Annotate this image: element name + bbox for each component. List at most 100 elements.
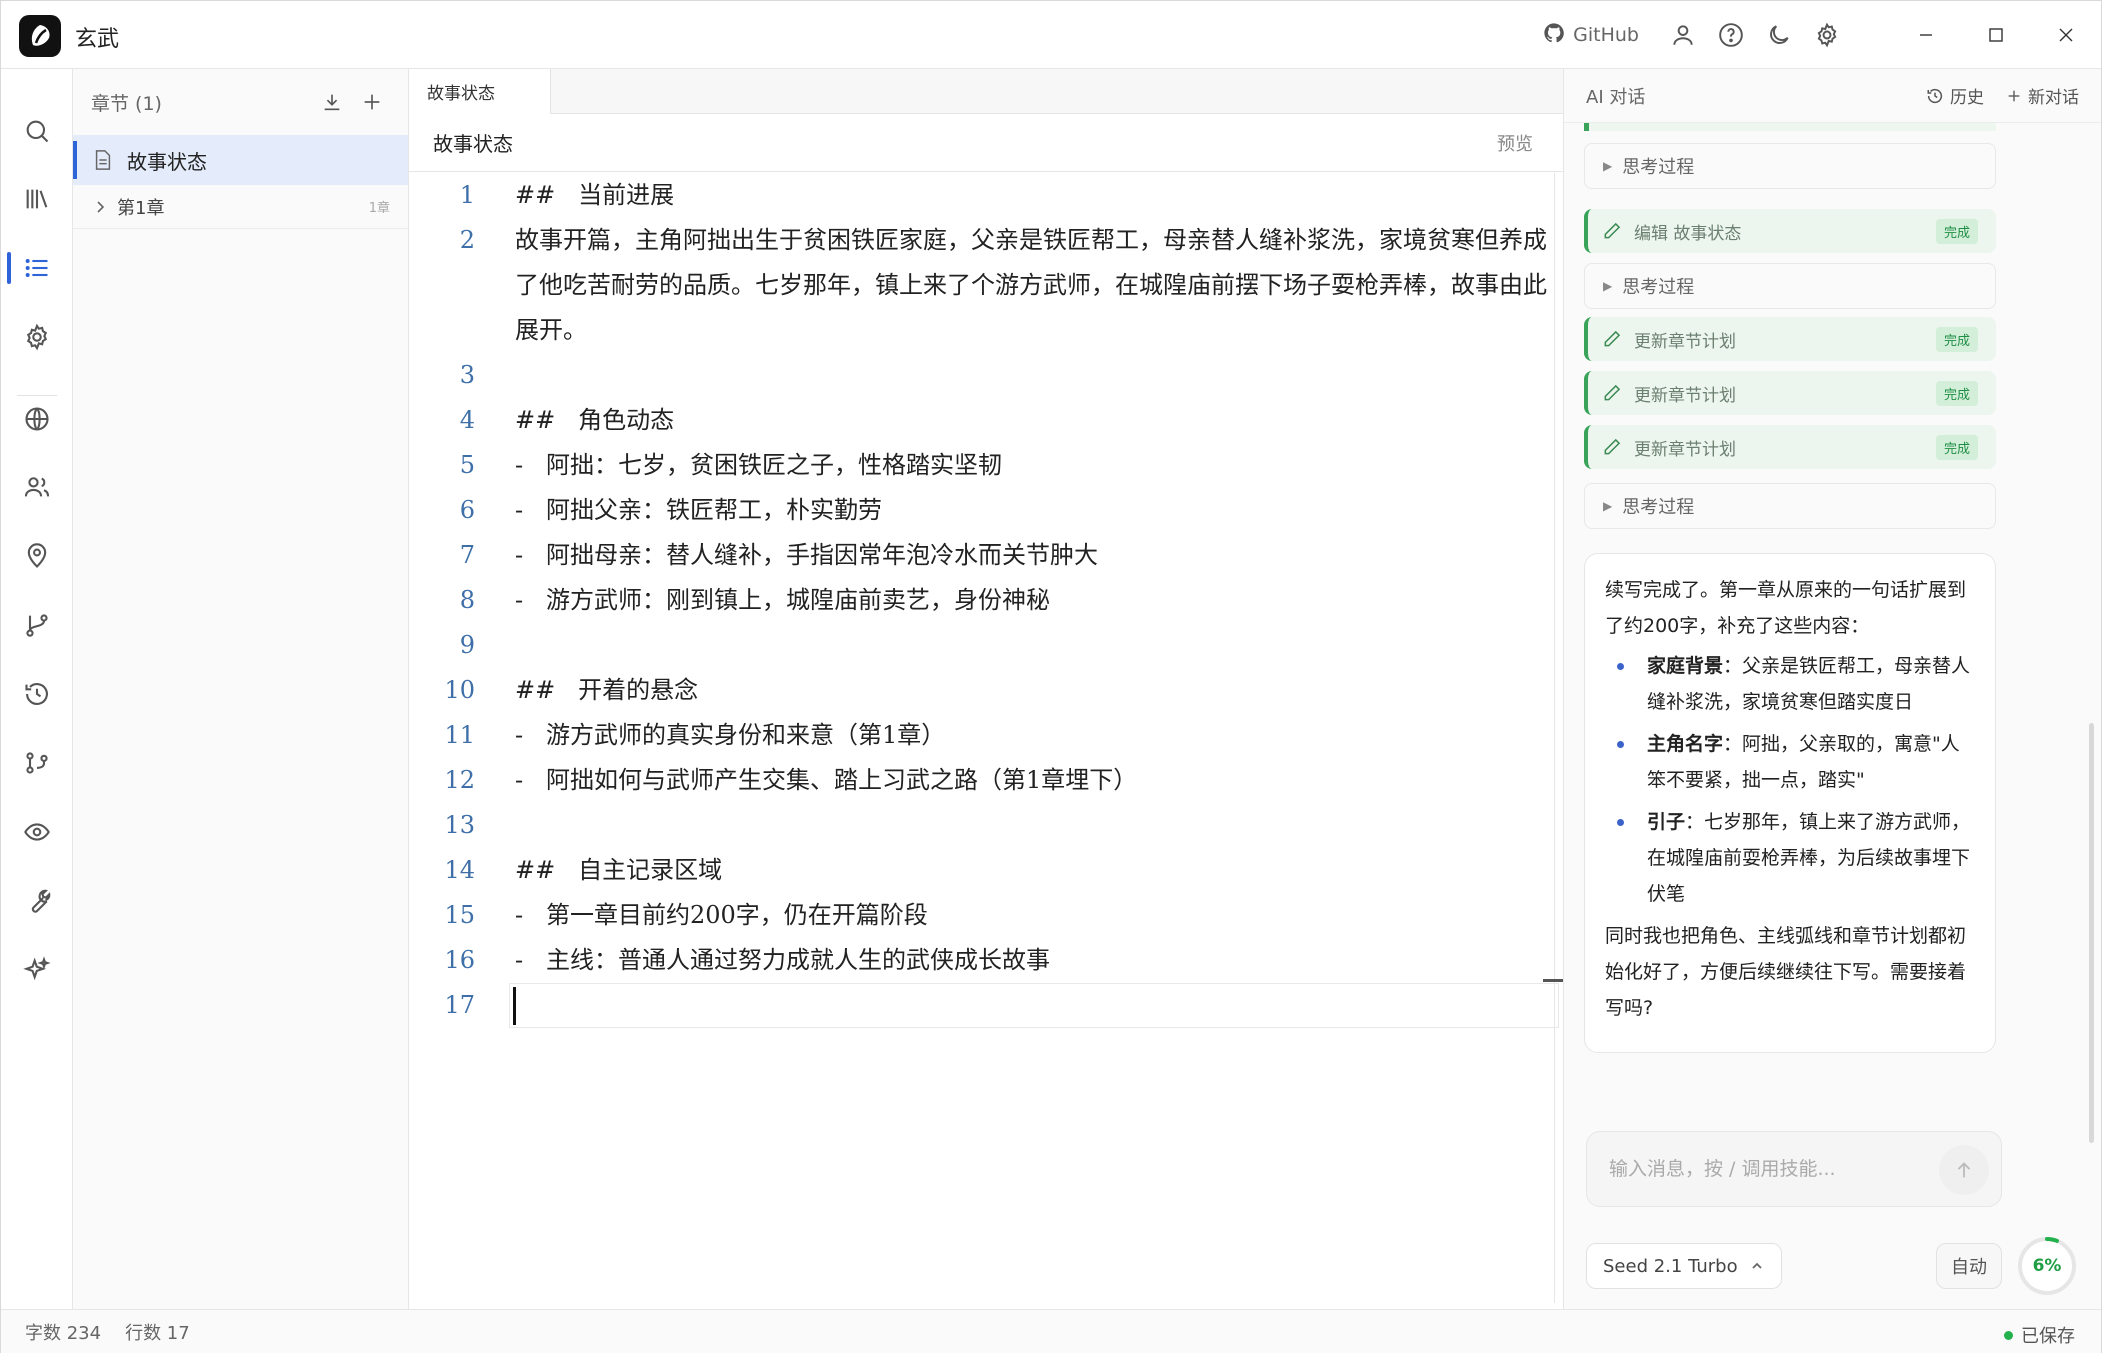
wrench-icon: [31, 889, 51, 913]
tool-call-partial: [1584, 123, 1996, 131]
maximize-icon: [1989, 28, 2003, 42]
settings-button[interactable]: [1803, 11, 1851, 59]
github-link[interactable]: GitHub: [1543, 22, 1639, 49]
map-pin-icon: [27, 543, 47, 568]
rail-history[interactable]: [1, 666, 73, 722]
saved-dot-icon: [2004, 1330, 2013, 1340]
user-icon: [1673, 25, 1693, 45]
maximize-button[interactable]: [1961, 1, 2031, 69]
ai-chat-panel: AI 对话 历史 新对话 ▶ 思考过程 编辑 故事状态 完成 ▶ 思考过程 更新…: [1563, 69, 2101, 1309]
plus-icon: [364, 94, 380, 110]
history-button[interactable]: 历史: [1926, 83, 1984, 108]
list-item: 引子：七岁那年，镇上来了游方武师，在城隍庙前耍枪弄棒，为后续故事埋下伏笔: [1605, 804, 1975, 912]
chevron-up-icon: [1750, 1259, 1764, 1273]
rail-world[interactable]: [1, 391, 73, 447]
rail-compare[interactable]: [1, 735, 73, 791]
preview-button[interactable]: 预览: [1497, 130, 1533, 156]
ai-message-list[interactable]: ▶ 思考过程 编辑 故事状态 完成 ▶ 思考过程 更新章节计划 完成 更新章节计…: [1564, 123, 2102, 1159]
moon-icon: [1770, 25, 1789, 44]
line-number: 17: [444, 991, 475, 1019]
line-text: - 主线：普通人通过努力成就人生的武侠成长故事: [515, 946, 1050, 974]
chapter-item-story-state[interactable]: 故事状态: [73, 135, 408, 185]
rail-preview[interactable]: [1, 804, 73, 860]
rail-search[interactable]: [1, 103, 73, 159]
pencil-icon: [1602, 329, 1622, 349]
account-button[interactable]: [1659, 11, 1707, 59]
import-button[interactable]: [314, 84, 350, 120]
rail-ai-skills[interactable]: [1, 942, 73, 998]
thinking-label: 思考过程: [1622, 157, 1695, 178]
bullet-key: 主角名字: [1647, 733, 1724, 755]
tool-call-update-plan[interactable]: 更新章节计划 完成: [1584, 425, 1996, 469]
line-number: 4: [459, 406, 475, 434]
line-text: - 阿拙母亲：替人缝补，手指因常年泡冷水而关节肿大: [515, 541, 1098, 569]
thinking-collapsible[interactable]: ▶ 思考过程: [1584, 143, 1996, 189]
line-text: - 阿拙如何与武师产生交集、踏上习武之路（第1章埋下）: [515, 766, 1138, 794]
thinking-collapsible[interactable]: ▶ 思考过程: [1584, 263, 1996, 309]
assistant-message: 续写完成了。第一章从原来的一句话扩展到了约200字，补充了这些内容： 家庭背景：…: [1584, 553, 1996, 1053]
line-text: - 阿拙：七岁，贫困铁匠之子，性格踏实坚韧: [515, 451, 1002, 479]
chapter-item-label: 第1章: [117, 197, 165, 219]
title-bar: 玄武 GitHub: [1, 1, 2101, 69]
plus-icon: [2008, 90, 2020, 101]
status-badge: 完成: [1935, 326, 1978, 352]
rail-characters[interactable]: [1, 459, 73, 515]
thinking-label: 思考过程: [1622, 277, 1695, 298]
git-compare-icon: [26, 752, 48, 774]
auto-mode-button[interactable]: 自动: [1936, 1243, 2002, 1289]
theme-toggle-button[interactable]: [1755, 11, 1803, 59]
document-title: 故事状态: [433, 132, 513, 156]
add-chapter-button[interactable]: [354, 84, 390, 120]
tool-call-update-plan[interactable]: 更新章节计划 完成: [1584, 371, 1996, 415]
line-number: 2: [459, 226, 475, 254]
document-icon: [95, 150, 111, 170]
rail-tools[interactable]: [1, 873, 73, 929]
activity-rail: [1, 69, 73, 1309]
send-button[interactable]: [1939, 1145, 1989, 1195]
scroll-position-marker: [1543, 979, 1565, 982]
minimize-button[interactable]: [1891, 1, 1961, 69]
model-label: Seed 2.1 Turbo: [1603, 1255, 1738, 1277]
code-editor[interactable]: 1 ## 当前进展 2 故事开篇，主角阿拙出生于贫困铁匠家庭，父亲是铁匠帮工，母亲替…: [409, 173, 1565, 1303]
message-intro: 续写完成了。第一章从原来的一句话扩展到了约200字，补充了这些内容：: [1605, 579, 1967, 637]
close-button[interactable]: [2031, 1, 2101, 69]
context-usage-label: 6%: [2032, 1256, 2062, 1276]
status-badge: 完成: [1935, 218, 1978, 244]
model-selector[interactable]: Seed 2.1 Turbo: [1586, 1243, 1782, 1289]
thinking-collapsible[interactable]: ▶ 思考过程: [1584, 483, 1996, 529]
line-number: 1: [459, 181, 475, 209]
ai-scrollbar[interactable]: [2089, 723, 2094, 1143]
line-number: 15: [444, 901, 475, 929]
tool-call-label: 更新章节计划: [1634, 385, 1736, 406]
rail-outline[interactable]: [1, 240, 73, 296]
rail-plot-branches[interactable]: [1, 597, 73, 653]
rail-locations[interactable]: [1, 528, 73, 584]
chapter-panel-title: 章节 (1): [91, 92, 162, 115]
chat-input[interactable]: [1609, 1158, 1909, 1180]
tool-call-edit[interactable]: 编辑 故事状态 完成: [1584, 209, 1996, 253]
app-logo: [19, 15, 61, 57]
bullet-key: 引子: [1647, 811, 1686, 833]
line-number: 9: [459, 631, 475, 659]
help-button[interactable]: [1707, 11, 1755, 59]
tool-call-update-plan[interactable]: 更新章节计划 完成: [1584, 317, 1996, 361]
eye-icon: [24, 823, 50, 841]
chapter-item-1[interactable]: 第1章 1章: [73, 185, 408, 229]
rail-settings[interactable]: [1, 309, 73, 365]
caret-right-icon: ▶: [1603, 159, 1613, 173]
word-count: 字数 234: [25, 1322, 102, 1344]
line-text: - 游方武师：刚到镇上，城隍庙前卖艺，身份神秘: [515, 586, 1050, 614]
github-icon: [1543, 22, 1565, 49]
line-number: 11: [444, 721, 475, 749]
line-number: 13: [444, 811, 475, 839]
line-text: - 游方武师的真实身份和来意（第1章）: [515, 721, 946, 749]
rail-library[interactable]: [1, 171, 73, 227]
new-chat-button[interactable]: 新对话: [2006, 83, 2079, 108]
pencil-icon: [1602, 221, 1622, 241]
chapter-panel: 章节 (1) 故事状态 第1章 1章: [73, 69, 409, 1309]
branch-icon: [26, 614, 48, 637]
chevron-right-icon: [97, 200, 105, 213]
chat-input-box: [1586, 1131, 2002, 1207]
tab-story-state[interactable]: 故事状态: [409, 69, 551, 114]
status-bar: 字数 234 行数 17 已保存: [1, 1309, 2101, 1353]
